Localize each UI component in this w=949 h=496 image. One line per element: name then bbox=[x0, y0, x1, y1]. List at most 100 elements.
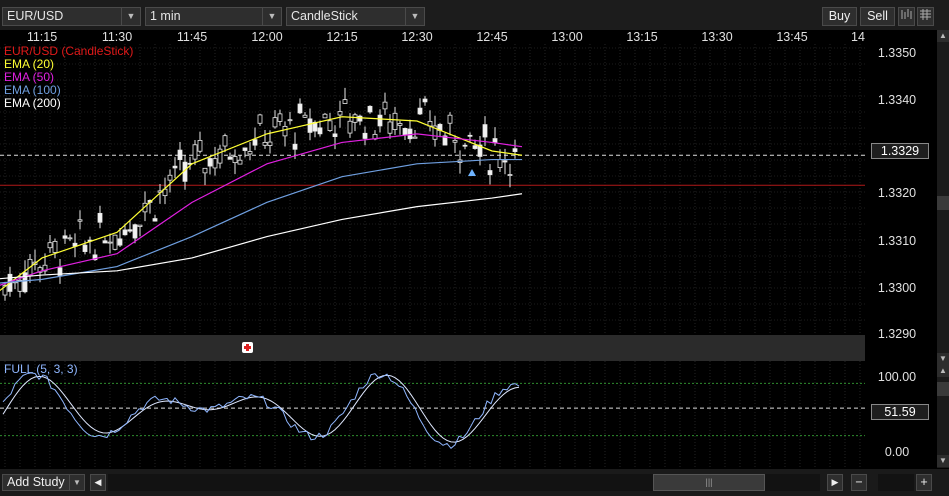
candle-body bbox=[237, 159, 243, 165]
oscillator-chart[interactable] bbox=[0, 361, 865, 469]
candle-body bbox=[117, 238, 123, 246]
candle-body bbox=[352, 114, 358, 123]
chevron-down-icon[interactable]: ▼ bbox=[262, 8, 281, 25]
buy-button[interactable]: Buy bbox=[822, 7, 857, 26]
scroll-down-icon[interactable]: ▼ bbox=[937, 455, 949, 467]
zoom-out-icon[interactable]: − bbox=[851, 474, 867, 491]
candle-body bbox=[337, 111, 343, 116]
scroll-right-icon[interactable]: ▶ bbox=[827, 474, 843, 491]
scroll-left-icon[interactable]: ◀ bbox=[90, 474, 106, 491]
zoom-in-icon[interactable]: + bbox=[916, 474, 932, 491]
oscillator-legend: FULL (5, 3, 3) bbox=[4, 362, 78, 376]
candle-body bbox=[342, 99, 348, 104]
add-study-label: Add Study bbox=[7, 475, 65, 489]
candle-body bbox=[302, 114, 308, 118]
candle-body bbox=[192, 144, 198, 160]
event-marker-icon[interactable] bbox=[242, 342, 253, 353]
candle-body bbox=[82, 244, 88, 252]
candle-body bbox=[252, 139, 258, 146]
zoom-slider[interactable] bbox=[878, 474, 914, 491]
chevron-down-icon[interactable]: ▼ bbox=[69, 475, 84, 490]
scroll-thumb[interactable] bbox=[937, 196, 949, 210]
candle-body bbox=[232, 156, 238, 164]
candle-body bbox=[392, 112, 398, 130]
candle-body bbox=[297, 103, 303, 114]
candle-body bbox=[472, 145, 478, 149]
candle-body bbox=[452, 139, 458, 143]
price-tick: 1.3310 bbox=[877, 234, 917, 248]
scroll-up-icon[interactable]: ▲ bbox=[937, 30, 949, 42]
candle-body bbox=[77, 219, 83, 222]
candle-body bbox=[502, 160, 508, 163]
candle-body bbox=[62, 235, 68, 239]
time-tick: 13:15 bbox=[626, 30, 658, 44]
candle-body bbox=[197, 140, 203, 152]
time-tick: 11:30 bbox=[101, 30, 133, 44]
candle-body bbox=[332, 133, 338, 138]
chart-style-select[interactable]: CandleStick ▼ bbox=[286, 7, 425, 26]
candle-body bbox=[377, 114, 383, 127]
time-tick: 12:45 bbox=[476, 30, 508, 44]
candle-body bbox=[287, 119, 293, 122]
candle-body bbox=[267, 141, 273, 146]
candle-body bbox=[202, 167, 208, 174]
candle-body bbox=[122, 229, 128, 236]
candle-body bbox=[107, 241, 113, 244]
osc-d-line bbox=[2, 374, 520, 443]
candle-body bbox=[112, 234, 118, 250]
time-tick: 13:00 bbox=[551, 30, 583, 44]
candle-body bbox=[242, 147, 248, 151]
candle-body bbox=[397, 123, 403, 126]
candle-body bbox=[497, 159, 503, 169]
horizontal-scrollbar[interactable]: ||| bbox=[108, 474, 820, 491]
bar-style-icon[interactable] bbox=[898, 7, 915, 26]
osc-tick: 0.00 bbox=[884, 445, 910, 459]
oscillator-canvas bbox=[0, 361, 865, 469]
candle-body bbox=[357, 115, 363, 122]
candle-body bbox=[52, 240, 58, 253]
candle-body bbox=[422, 98, 428, 103]
candle-body bbox=[97, 212, 103, 223]
chevron-down-icon[interactable]: ▼ bbox=[405, 8, 424, 25]
symbol-select[interactable]: EUR/USD ▼ bbox=[2, 7, 141, 26]
scroll-thumb[interactable] bbox=[937, 382, 949, 396]
vertical-scrollbar[interactable]: ▲ ▼ ▲ ▼ bbox=[937, 30, 949, 468]
value-axis: 1.3350 1.3340 1.3329 1.3320 1.3310 1.330… bbox=[866, 30, 936, 468]
osc-tick: 100.00 bbox=[877, 370, 917, 384]
candle-body bbox=[462, 144, 468, 147]
candle-body bbox=[367, 105, 373, 113]
candle-body bbox=[67, 237, 73, 240]
time-tick: 14 bbox=[851, 30, 865, 44]
candle-body bbox=[227, 156, 233, 160]
candle-body bbox=[467, 134, 473, 137]
sell-button[interactable]: Sell bbox=[860, 7, 895, 26]
toolbar: EUR/USD ▼ 1 min ▼ CandleStick ▼ Buy Sell bbox=[0, 0, 949, 30]
scroll-handle-icon[interactable]: ||| bbox=[653, 474, 765, 491]
grid-icon[interactable] bbox=[917, 7, 934, 26]
signal-marker-icon bbox=[468, 169, 476, 176]
candle-body bbox=[217, 148, 223, 164]
scroll-up-icon[interactable]: ▲ bbox=[937, 365, 949, 377]
candle-body bbox=[172, 165, 178, 169]
chevron-down-icon[interactable]: ▼ bbox=[121, 8, 140, 25]
candle-body bbox=[322, 113, 328, 119]
candle-body bbox=[257, 114, 263, 124]
price-tick: 1.3340 bbox=[877, 93, 917, 107]
current-osc-badge: 51.59 bbox=[871, 404, 929, 420]
scroll-down-icon[interactable]: ▼ bbox=[937, 353, 949, 365]
chart-legend: EUR/USD (CandleStick) EMA (20) EMA (50) … bbox=[4, 45, 133, 110]
candle-body bbox=[417, 107, 423, 115]
panel-divider[interactable] bbox=[0, 335, 865, 361]
add-study-button[interactable]: Add Study ▼ bbox=[2, 474, 85, 491]
candle-body bbox=[362, 132, 368, 139]
time-tick: 13:45 bbox=[776, 30, 808, 44]
candle-body bbox=[482, 124, 488, 138]
candle-body bbox=[137, 224, 143, 227]
candle-body bbox=[152, 218, 158, 222]
ema-line-200 bbox=[0, 193, 523, 280]
time-axis: 11:15 11:30 11:45 12:00 12:15 12:30 12:4… bbox=[0, 30, 865, 44]
interval-select[interactable]: 1 min ▼ bbox=[145, 7, 282, 26]
candle-body bbox=[487, 170, 493, 176]
candle-body bbox=[327, 120, 333, 131]
candle-body bbox=[512, 148, 518, 152]
